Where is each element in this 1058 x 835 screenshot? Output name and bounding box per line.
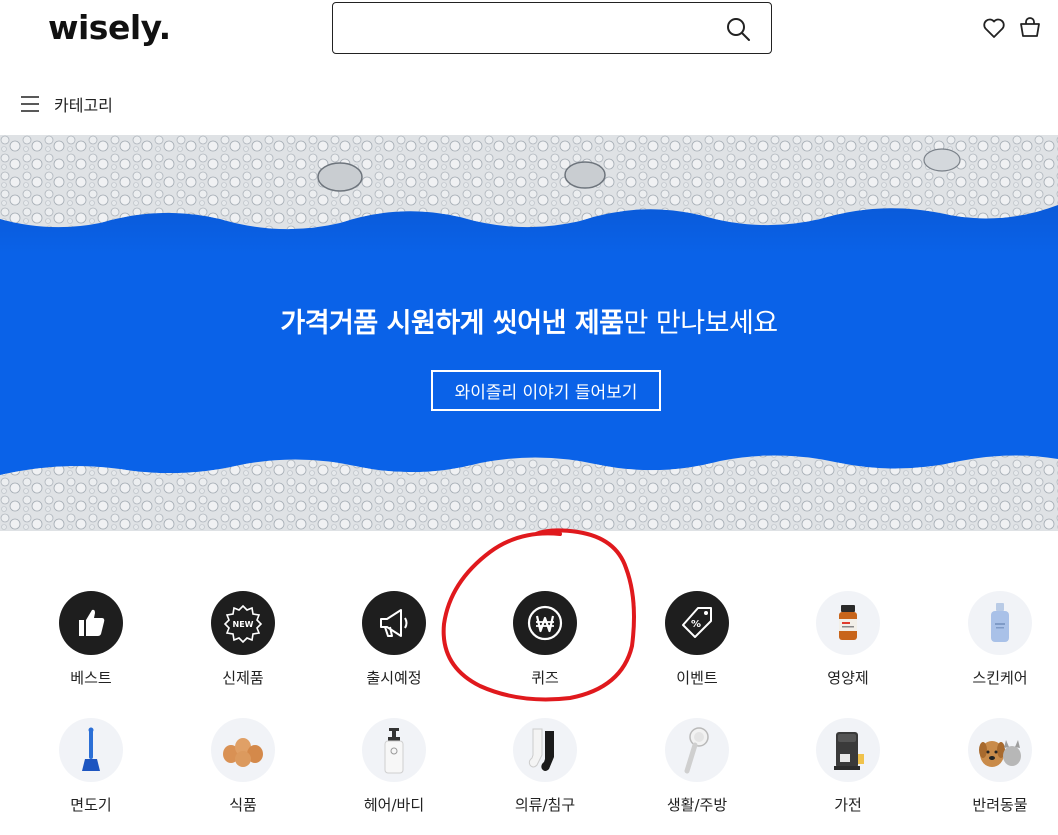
category-label: 헤어/바디: [363, 796, 425, 814]
header: wisely. 카테고리: [0, 0, 1058, 135]
cart-icon[interactable]: [1018, 15, 1042, 39]
hero-banner[interactable]: 가격거품 시원하게 씻어낸 제품만 만나보세요 와이즐리 이야기 들어보기: [0, 135, 1058, 531]
skincare-bottle-icon: [968, 591, 1032, 655]
banner-story-button[interactable]: 와이즐리 이야기 들어보기: [431, 370, 661, 411]
eggs-icon: [211, 718, 275, 782]
menu-icon[interactable]: [20, 95, 40, 113]
supplement-bottle-icon: [816, 591, 880, 655]
category-label: 의류/침구: [514, 796, 576, 814]
category-quiz[interactable]: 퀴즈: [480, 591, 610, 688]
search-input[interactable]: [345, 13, 715, 43]
category-event[interactable]: % 이벤트: [632, 591, 762, 688]
category-label: 스킨케어: [972, 669, 1028, 687]
category-best[interactable]: 베스트: [26, 591, 156, 688]
category-label: 식품: [229, 796, 257, 814]
category-label: 이벤트: [676, 669, 718, 687]
category-label: 반려동물: [972, 796, 1028, 814]
category-label: 생활/주방: [666, 796, 728, 814]
shower-head-icon: [665, 718, 729, 782]
search-icon[interactable]: [725, 16, 751, 42]
category-skincare[interactable]: 스킨케어: [935, 591, 1058, 688]
category-living-kitchen[interactable]: 생활/주방: [632, 718, 762, 815]
category-supplements[interactable]: 영양제: [783, 591, 913, 688]
pets-icon: [968, 718, 1032, 782]
discount-tag-icon: %: [665, 591, 729, 655]
category-label: 출시예정: [366, 669, 422, 687]
svg-text:NEW: NEW: [233, 620, 254, 629]
category-razor[interactable]: 면도기: [26, 718, 156, 815]
category-label: 영양제: [827, 669, 869, 687]
banner-title-regular: 만 만나보세요: [623, 308, 779, 339]
megaphone-icon: [362, 591, 426, 655]
coffee-machine-icon: [816, 718, 880, 782]
pump-bottle-icon: [362, 718, 426, 782]
category-label: 가전: [834, 796, 862, 814]
heart-icon[interactable]: [982, 16, 1006, 40]
category-appliances[interactable]: 가전: [783, 718, 913, 815]
won-coin-icon: [513, 591, 577, 655]
category-label: 퀴즈: [531, 669, 559, 687]
banner-title: 가격거품 시원하게 씻어낸 제품만 만나보세요: [0, 301, 1058, 340]
category-label: 카테고리: [54, 96, 113, 115]
logo[interactable]: wisely.: [48, 8, 171, 47]
category-new[interactable]: NEW 신제품: [178, 591, 308, 688]
socks-icon: [513, 718, 577, 782]
banner-title-bold: 가격거품 시원하게 씻어낸 제품: [280, 308, 624, 339]
category-menu-button[interactable]: 카테고리: [20, 90, 113, 118]
category-food[interactable]: 식품: [178, 718, 308, 815]
thumbs-up-icon: [59, 591, 123, 655]
razor-icon: [59, 718, 123, 782]
new-badge-icon: NEW: [211, 591, 275, 655]
category-label: 신제품: [222, 669, 264, 687]
category-upcoming[interactable]: 출시예정: [329, 591, 459, 688]
category-label: 면도기: [70, 796, 112, 814]
search-box[interactable]: [332, 2, 772, 54]
category-label: 베스트: [70, 669, 112, 687]
svg-text:%: %: [691, 619, 701, 630]
category-pets[interactable]: 반려동물: [935, 718, 1058, 815]
category-clothing-bedding[interactable]: 의류/침구: [480, 718, 610, 815]
category-hair-body[interactable]: 헤어/바디: [329, 718, 459, 815]
